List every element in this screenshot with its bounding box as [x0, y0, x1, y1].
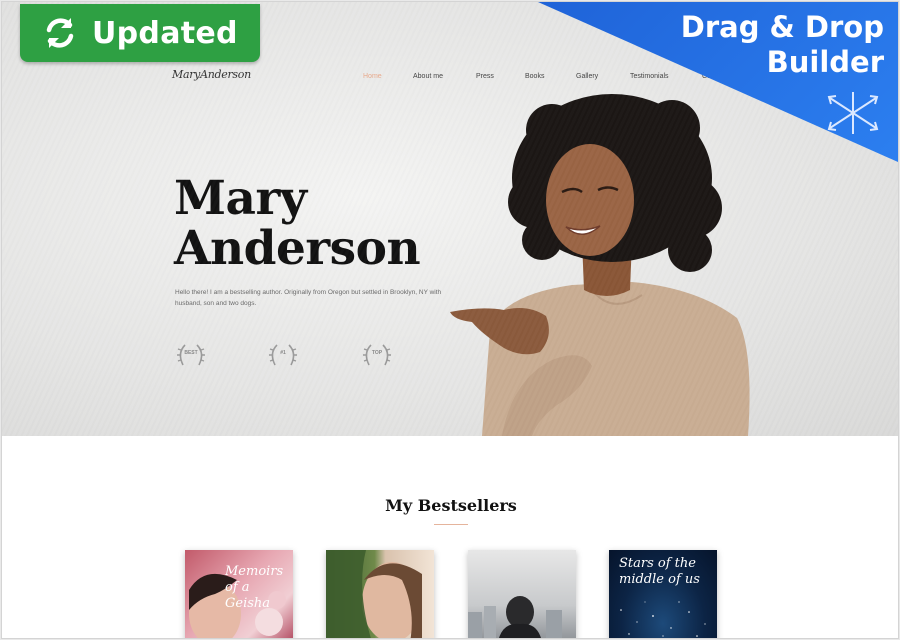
builder-corner-title: Drag & Drop Builder — [681, 10, 884, 80]
builder-line1: Drag & Drop — [680, 10, 884, 44]
award-badge: #1 — [265, 341, 301, 369]
award-label: BEST — [184, 350, 198, 356]
nav-about-me[interactable]: About me — [413, 73, 443, 80]
hero-title-line2: Anderson — [174, 221, 421, 276]
book-cover-stars-of-the-middle-of-us[interactable]: Stars of the middle of us — [609, 550, 717, 638]
page-frame: MaryAnderson Home About me Press Books G… — [1, 1, 899, 639]
updated-badge: Updated — [20, 4, 260, 62]
updated-badge-label: Updated — [92, 16, 238, 51]
section-divider — [434, 524, 468, 525]
award-label: #1 — [280, 350, 286, 356]
book-cover-art — [326, 550, 422, 638]
bestsellers-title: My Bestsellers — [385, 496, 517, 515]
hero-title: Mary Anderson — [174, 171, 421, 276]
award-label: TOP — [371, 350, 383, 356]
move-arrows-icon — [827, 92, 879, 134]
awards-row: BEST #1 TOP — [2, 341, 462, 371]
hero-title-line1: Mary — [174, 171, 307, 226]
award-badge: BEST — [173, 341, 209, 369]
book-cover-2[interactable] — [326, 550, 434, 638]
book-cover-memoirs-of-a-geisha[interactable]: Memoirs of a Geisha — [185, 550, 293, 638]
book-cover-3[interactable] — [468, 550, 576, 638]
book-title: Memoirs of a Geisha — [225, 564, 284, 611]
nav-home[interactable]: Home — [363, 73, 382, 80]
nav-press[interactable]: Press — [476, 73, 494, 80]
book-title: Stars of the middle of us — [619, 556, 700, 587]
builder-corner-badge: Drag & Drop Builder — [538, 2, 898, 162]
award-badge: TOP — [359, 341, 395, 369]
book-cover-art — [468, 596, 562, 638]
builder-line2: Builder — [766, 45, 884, 79]
refresh-icon — [46, 18, 74, 48]
hero-intro-text: Hello there! I am a bestselling author. … — [175, 289, 442, 307]
